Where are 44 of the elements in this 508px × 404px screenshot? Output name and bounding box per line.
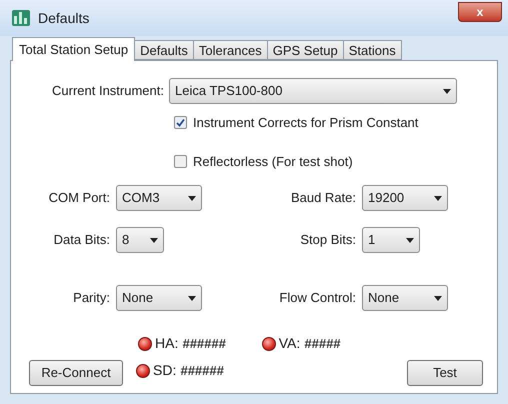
caret-icon — [434, 196, 442, 200]
reading-value: ###### — [182, 334, 226, 353]
field-label: Data Bits: — [52, 231, 111, 250]
dropdown[interactable]: 1 — [362, 227, 420, 253]
reconnect-button[interactable]: Re-Connect — [29, 360, 123, 386]
caret-icon — [443, 88, 451, 94]
reading-value: ###### — [180, 362, 224, 380]
reading-value: ##### — [304, 334, 340, 353]
field-label: Flow Control: — [278, 289, 357, 308]
caret-icon — [406, 238, 414, 242]
dropdown[interactable]: 8 — [116, 227, 164, 253]
dropdown[interactable]: 19200 — [362, 185, 448, 211]
status-light-icon — [138, 336, 152, 350]
app-icon — [12, 10, 30, 26]
reading-label: HA: — [155, 334, 178, 353]
close-button[interactable]: x — [458, 2, 502, 22]
status-light-icon — [262, 336, 276, 350]
dropdown[interactable]: None — [116, 285, 202, 311]
tab[interactable]: GPS Setup — [266, 40, 344, 60]
dropdown[interactable]: Leica TPS100-800 — [169, 78, 457, 104]
checkbox[interactable] — [174, 116, 187, 130]
field-label: Baud Rate: — [290, 189, 357, 208]
field-label: COM Port: — [48, 189, 111, 208]
checkbox[interactable] — [174, 154, 187, 168]
caret-icon — [188, 196, 196, 200]
reading-label: VA: — [278, 334, 300, 353]
caret-icon — [188, 296, 196, 300]
dropdown[interactable]: None — [362, 285, 448, 311]
tab[interactable]: Total Station Setup — [12, 37, 136, 61]
dropdown[interactable]: COM3 — [116, 185, 202, 211]
test-button[interactable]: Test — [407, 360, 483, 386]
status-light-icon — [136, 364, 150, 378]
checkbox-label: Instrument Corrects for Prism Constant — [193, 114, 418, 132]
field-label: Current Instrument: — [51, 82, 165, 100]
window-title: Defaults — [38, 8, 90, 28]
reading-label: SD: — [153, 361, 176, 380]
field-label: Stop Bits: — [299, 231, 357, 250]
caret-icon — [434, 296, 442, 300]
caret-icon — [150, 238, 158, 242]
tab[interactable]: Defaults — [134, 40, 194, 60]
field-label: Parity: — [72, 289, 111, 308]
tab[interactable]: Tolerances — [192, 40, 268, 60]
checkbox-label: Reflectorless (For test shot) — [193, 152, 353, 171]
tab[interactable]: Stations — [342, 40, 402, 60]
